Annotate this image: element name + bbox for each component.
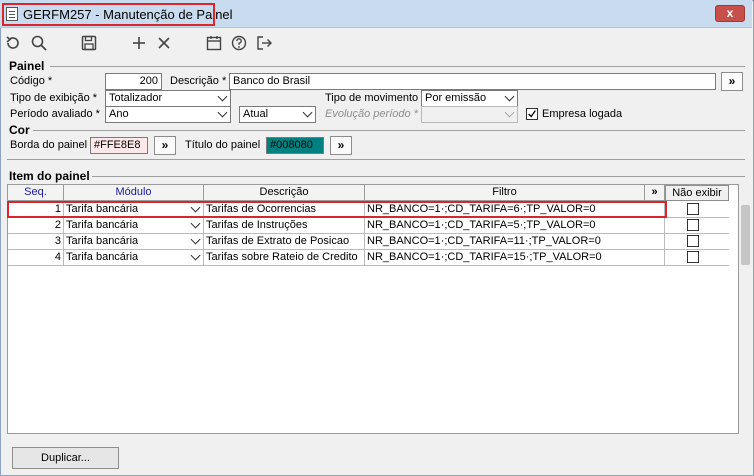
chevron-down-icon [190,234,201,245]
exit-icon[interactable] [255,34,273,52]
calendar-icon[interactable] [205,34,223,52]
undo-icon[interactable] [4,34,22,52]
nao-exibir-checkbox[interactable] [687,251,699,263]
nao-exibir-checkbox[interactable] [687,235,699,247]
cell-filtro[interactable]: NR_BANCO=1·;CD_TARIFA=11·;TP_VALOR=0 [365,234,665,250]
descricao-label: Descrição * [170,75,227,87]
chevron-down-icon [217,107,228,118]
borda-color-button[interactable]: » [154,136,176,155]
nao-exibir-checkbox[interactable] [687,203,699,215]
cell-descricao-text: Tarifas de Extrato de Posicao [206,235,350,247]
itens-group-divider [92,176,745,177]
close-button[interactable]: x [715,5,745,22]
cell-filtro-text: NR_BANCO=1·;CD_TARIFA=15·;TP_VALOR=0 [367,251,602,263]
painel-group-divider [50,66,745,67]
chevron-down-icon [504,107,515,118]
codigo-label: Código * [10,75,53,87]
cell-filtro[interactable]: NR_BANCO=1·;CD_TARIFA=5·;TP_VALOR=0 [365,218,665,234]
cell-filtro[interactable]: NR_BANCO=1·;CD_TARIFA=15·;TP_VALOR=0 [365,250,665,266]
periodo-label: Período avaliado * [10,108,100,120]
cell-seq-text: 3 [54,235,61,247]
delete-icon[interactable] [155,34,173,52]
add-icon[interactable] [130,34,148,52]
cell-descricao-text: Tarifas de Instruções [206,219,308,231]
cell-seq[interactable]: 3 [8,234,64,250]
chevron-down-icon [504,91,515,102]
nao-exibir-checkbox[interactable] [687,219,699,231]
cor-group-divider [33,130,745,131]
filtro-expand-button[interactable]: » [645,185,665,201]
chevron-down-icon [302,107,313,118]
cell-filtro-text: NR_BANCO=1·;CD_TARIFA=5·;TP_VALOR=0 [367,219,596,231]
cell-nao-exibir [665,202,729,218]
scrollbar-thumb[interactable] [741,205,750,265]
cell-modulo[interactable]: Tarifa bancária [64,218,204,234]
cell-nao-exibir [665,234,729,250]
cell-descricao[interactable]: Tarifas sobre Rateio de Credito [204,250,365,266]
tipo-movimento-select[interactable]: Por emissão [421,90,518,107]
col-header-filtro[interactable]: Filtro [365,185,645,201]
col-header-nao-exibir[interactable]: Não exibir [665,185,729,201]
title-highlight-box [2,3,215,26]
cell-modulo[interactable]: Tarifa bancária [64,234,204,250]
evolucao-select [421,106,518,123]
cell-modulo[interactable]: Tarifa bancária [64,250,204,266]
borda-label: Borda do painel [10,139,88,151]
cell-seq-text: 4 [54,251,61,263]
periodo-value: Ano [109,108,129,120]
periodo-select[interactable]: Ano [105,106,231,123]
cell-filtro-text: NR_BANCO=1·;CD_TARIFA=11·;TP_VALOR=0 [367,235,601,247]
cell-descricao[interactable]: Tarifas de Instruções [204,218,365,234]
periodo-atual-value: Atual [243,108,269,120]
cor-group-label: Cor [9,123,30,137]
col-header-modulo[interactable]: Módulo [64,185,204,201]
col-header-descricao[interactable]: Descrição [204,185,365,201]
tipo-movimento-value: Por emissão [425,92,487,104]
chevron-down-icon [190,250,201,261]
cor-bottom-divider [7,159,745,160]
cell-seq[interactable]: 2 [8,218,64,234]
descricao-field[interactable]: Banco do Brasil [229,73,716,90]
tipo-movimento-label: Tipo de movimento [325,92,419,104]
tipo-exibicao-select[interactable]: Totalizador [105,90,231,107]
cell-descricao-text: Tarifas sobre Rateio de Credito [206,251,358,263]
evolucao-label: Evolução período * [325,108,418,120]
save-icon[interactable] [80,34,98,52]
tipo-exibicao-value: Totalizador [109,92,163,104]
duplicar-button[interactable]: Duplicar... [12,447,119,469]
descricao-lookup-button[interactable]: » [721,72,743,91]
painel-group-label: Painel [9,59,45,73]
cell-descricao[interactable]: Tarifas de Extrato de Posicao [204,234,365,250]
chevron-down-icon [190,218,201,229]
cell-modulo-text: Tarifa bancária [66,219,139,231]
search-icon[interactable] [30,34,48,52]
tipo-exibicao-label: Tipo de exibição * [10,92,98,104]
chevron-down-icon [217,91,228,102]
selected-row-highlight [7,201,667,218]
help-icon[interactable] [230,34,248,52]
cell-seq[interactable]: 4 [8,250,64,266]
cell-nao-exibir [665,218,729,234]
borda-color-field[interactable]: #FFE8E8 [90,137,148,154]
cell-seq-text: 2 [54,219,61,231]
cell-nao-exibir [665,250,729,266]
itens-group-label: Item do painel [9,169,90,183]
titulo-color-button[interactable]: » [330,136,352,155]
periodo-atual-select[interactable]: Atual [239,106,316,123]
col-header-seq[interactable]: Seq. [8,185,64,201]
titulo-label: Título do painel [185,139,261,151]
cell-modulo-text: Tarifa bancária [66,235,139,247]
empresa-logada-label: Empresa logada [542,108,623,120]
titulo-color-field[interactable]: #008080 [266,137,324,154]
cell-modulo-text: Tarifa bancária [66,251,139,263]
empresa-logada-checkbox[interactable] [526,108,538,120]
codigo-field[interactable]: 200 [105,73,162,90]
